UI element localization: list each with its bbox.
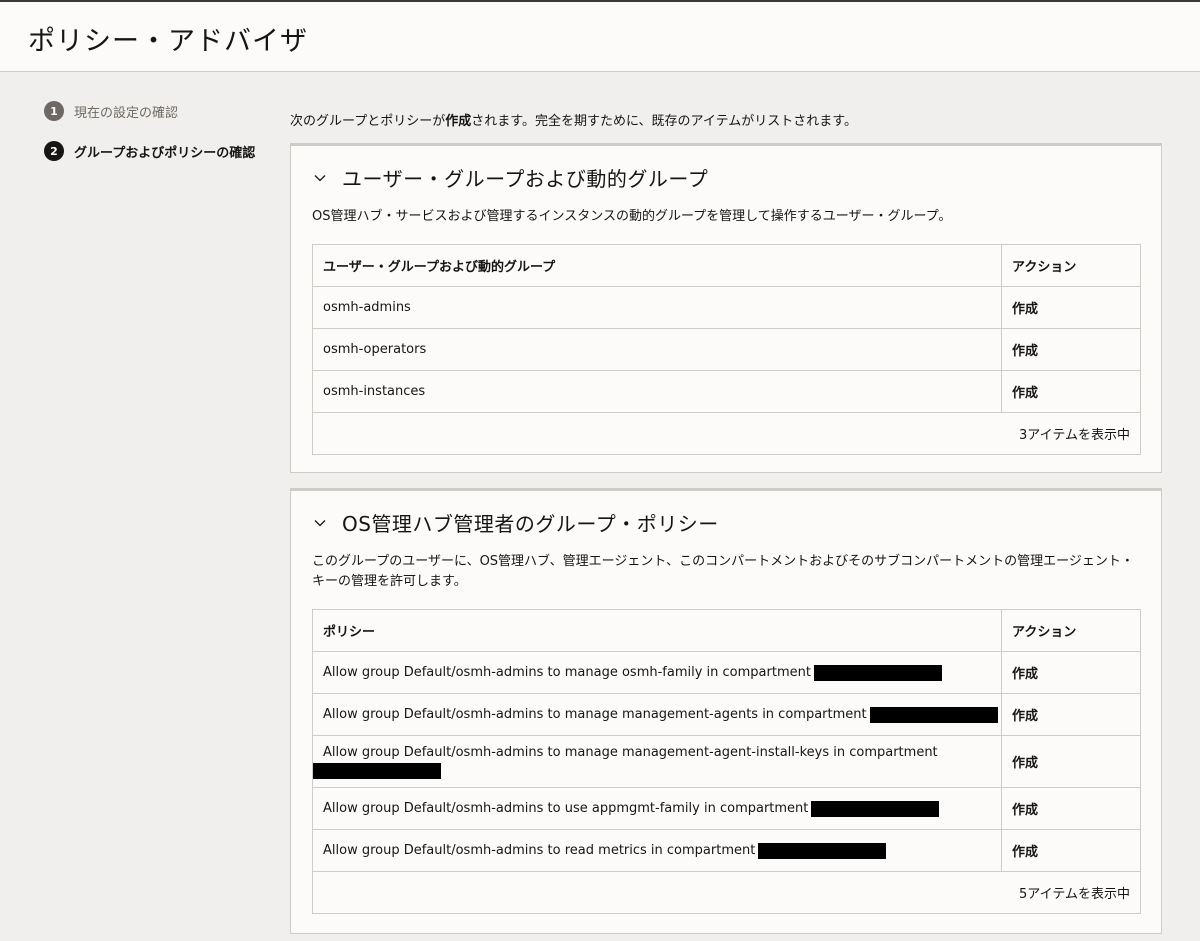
table-footer: 5アイテムを表示中 xyxy=(313,872,1140,913)
step-review-groups-policies[interactable]: 2 グループおよびポリシーの確認 xyxy=(44,140,255,162)
step-label: グループおよびポリシーの確認 xyxy=(74,145,256,161)
policies-section-description: このグループのユーザーに、OS管理ハブ、管理エージェント、このコンパートメントお… xyxy=(312,554,1134,589)
table-row: Allow group Default/osmh-admins to read … xyxy=(313,830,1140,872)
redacted-compartment xyxy=(869,706,998,723)
table-row: osmh-operators 作成 xyxy=(313,329,1140,371)
groups-section-title: ユーザー・グループおよび動的グループ xyxy=(342,167,709,191)
policies-section-header[interactable]: OS管理ハブ管理者のグループ・ポリシー xyxy=(313,508,719,537)
wizard-steps: 1 現在の設定の確認 2 グループおよびポリシーの確認 xyxy=(44,100,255,180)
group-name-cell: osmh-instances xyxy=(313,371,1002,412)
policy-statement: Allow group Default/osmh-admins to manag… xyxy=(323,707,867,722)
column-header-group[interactable]: ユーザー・グループおよび動的グループ xyxy=(313,245,1002,286)
step-number-badge: 1 xyxy=(44,101,64,121)
group-name-cell: osmh-operators xyxy=(313,329,1002,370)
action-cell: 作成 xyxy=(1012,667,1039,682)
action-cell: 作成 xyxy=(1012,845,1039,860)
action-cell: 作成 xyxy=(1012,302,1039,317)
policy-cell: Allow group Default/osmh-admins to manag… xyxy=(313,736,1002,787)
table-row: osmh-admins 作成 xyxy=(313,287,1140,329)
policies-section: OS管理ハブ管理者のグループ・ポリシー このグループのユーザーに、OS管理ハブ、… xyxy=(290,488,1162,934)
policies-table: ポリシー アクション Allow group Default/osmh-admi… xyxy=(312,609,1141,914)
redacted-compartment xyxy=(758,842,887,859)
policies-section-title: OS管理ハブ管理者のグループ・ポリシー xyxy=(342,512,719,536)
policy-statement: Allow group Default/osmh-admins to manag… xyxy=(323,745,938,760)
table-row: Allow group Default/osmh-admins to use a… xyxy=(313,788,1140,830)
policy-statement: Allow group Default/osmh-admins to use a… xyxy=(323,801,809,816)
intro-text-after: されます。完全を期すために、既存のアイテムがリストされます。 xyxy=(471,114,857,129)
intro-text-bold: 作成 xyxy=(445,114,472,129)
policy-cell: Allow group Default/osmh-admins to use a… xyxy=(313,788,1002,829)
groups-section: ユーザー・グループおよび動的グループ OS管理ハブ・サービスおよび管理するインス… xyxy=(290,143,1162,473)
groups-section-header[interactable]: ユーザー・グループおよび動的グループ xyxy=(313,163,708,192)
groups-section-description: OS管理ハブ・サービスおよび管理するインスタンスの動的グループを管理して操作する… xyxy=(312,209,952,224)
item-count: 5アイテムを表示中 xyxy=(1019,887,1130,902)
chevron-down-icon[interactable] xyxy=(313,516,327,530)
table-row: osmh-instances 作成 xyxy=(313,371,1140,413)
action-cell: 作成 xyxy=(1012,756,1039,771)
policy-statement: Allow group Default/osmh-admins to manag… xyxy=(323,665,811,680)
table-header-row: ポリシー アクション xyxy=(313,610,1140,652)
table-row: Allow group Default/osmh-admins to manag… xyxy=(313,694,1140,736)
step-review-current-settings[interactable]: 1 現在の設定の確認 xyxy=(44,100,255,122)
policy-cell: Allow group Default/osmh-admins to manag… xyxy=(313,652,1002,693)
redacted-compartment xyxy=(811,800,940,817)
item-count: 3アイテムを表示中 xyxy=(1019,428,1130,443)
column-header-action[interactable]: アクション xyxy=(1002,610,1140,651)
action-cell: 作成 xyxy=(1012,709,1039,724)
table-footer: 3アイテムを表示中 xyxy=(313,413,1140,454)
intro-text: 次のグループとポリシーが作成されます。完全を期すために、既存のアイテムがリストさ… xyxy=(290,110,857,129)
table-header-row: ユーザー・グループおよび動的グループ アクション xyxy=(313,245,1140,287)
policy-cell: Allow group Default/osmh-admins to read … xyxy=(313,830,1002,871)
page-header: ポリシー・アドバイザ xyxy=(0,2,1200,72)
redacted-compartment xyxy=(813,664,942,681)
table-row: Allow group Default/osmh-admins to manag… xyxy=(313,736,1140,788)
column-header-policy[interactable]: ポリシー xyxy=(313,610,1002,651)
intro-text-before: 次のグループとポリシーが xyxy=(290,114,446,129)
step-number-badge: 2 xyxy=(44,141,64,161)
chevron-down-icon[interactable] xyxy=(313,171,327,185)
step-label: 現在の設定の確認 xyxy=(74,105,179,121)
group-name-cell: osmh-admins xyxy=(313,287,1002,328)
policy-statement: Allow group Default/osmh-admins to read … xyxy=(323,843,756,858)
page-title: ポリシー・アドバイザ xyxy=(28,26,308,57)
table-row: Allow group Default/osmh-admins to manag… xyxy=(313,652,1140,694)
redacted-compartment xyxy=(313,763,441,779)
policy-cell: Allow group Default/osmh-admins to manag… xyxy=(313,694,1002,735)
action-cell: 作成 xyxy=(1012,386,1039,401)
action-cell: 作成 xyxy=(1012,344,1039,359)
column-header-action[interactable]: アクション xyxy=(1002,245,1140,286)
groups-table: ユーザー・グループおよび動的グループ アクション osmh-admins 作成 … xyxy=(312,244,1141,455)
action-cell: 作成 xyxy=(1012,803,1039,818)
